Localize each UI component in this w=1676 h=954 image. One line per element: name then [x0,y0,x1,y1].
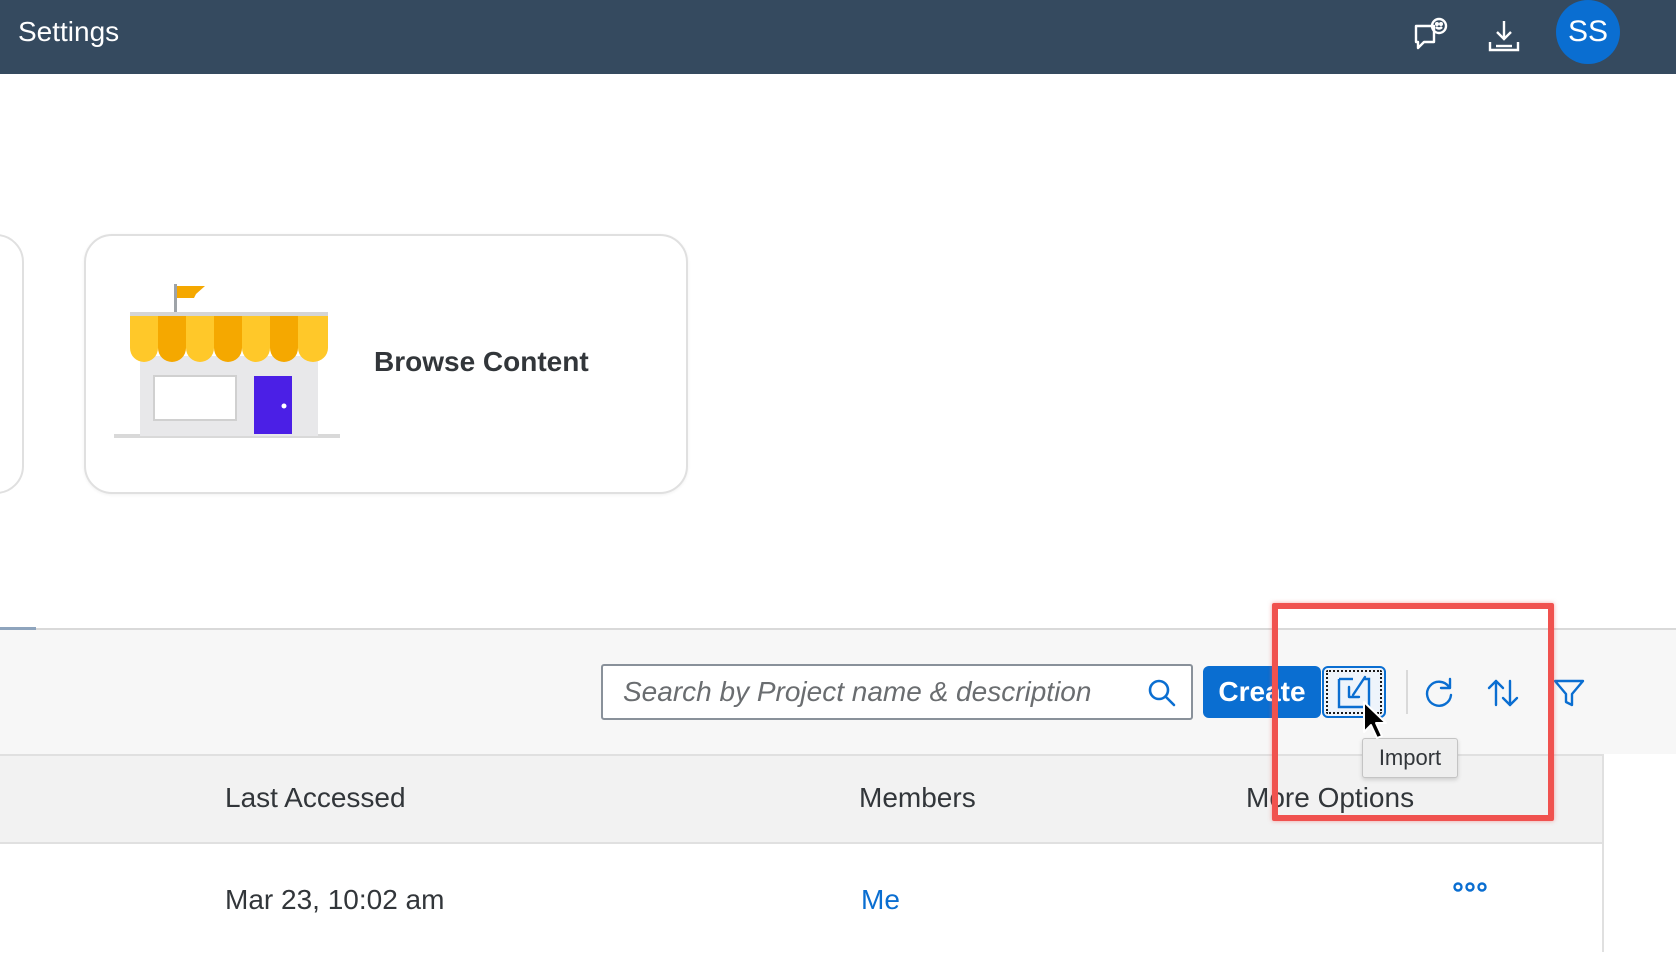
browse-content-label: Browse Content [374,346,589,377]
column-header-last-accessed[interactable]: Last Accessed [225,782,406,814]
column-header-members[interactable]: Members [859,782,976,814]
tile-partial-left[interactable] [0,234,24,494]
column-header-more-options: More Options [1246,782,1415,813]
download-icon[interactable] [1480,12,1528,60]
cell-last-accessed: Mar 23, 10:02 am [225,884,445,915]
browse-content-tile[interactable]: Browse Content [84,234,688,494]
more-options-button[interactable] [1450,872,1490,902]
mouse-pointer-icon [1362,700,1388,745]
feedback-icon[interactable] [1406,12,1454,60]
sort-icon[interactable] [1478,668,1528,718]
avatar-initials: SS [1567,15,1609,48]
cell-members-link[interactable]: Me [861,884,900,916]
search-icon[interactable] [1143,674,1181,712]
create-button[interactable]: Create [1203,666,1321,718]
filter-icon[interactable] [1544,668,1594,718]
shell-bar: Settings SS [0,0,1676,74]
refresh-icon[interactable] [1414,668,1464,718]
toolbar-separator [1406,670,1408,714]
user-avatar[interactable]: SS [1556,0,1620,64]
project-search-field[interactable] [601,664,1193,720]
table-row[interactable]: Mar 23, 10:02 am Me [0,844,1602,954]
search-input[interactable] [623,672,1123,712]
projects-table: Last Accessed Members More Options Mar 2… [0,754,1604,954]
ellipsis-icon [1453,882,1487,892]
storefront-illustration [114,284,344,449]
shell-title: Settings [18,16,120,47]
